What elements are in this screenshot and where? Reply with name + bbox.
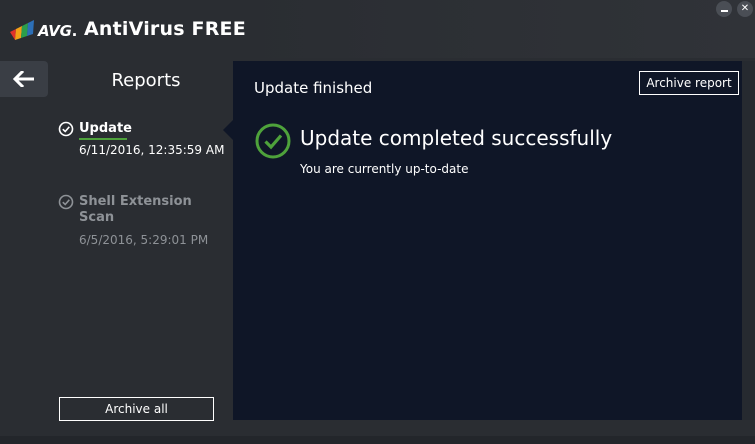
status-title: Update completed successfully xyxy=(300,126,613,150)
close-button[interactable]: ✕ xyxy=(737,1,753,17)
avg-logo: AVG. xyxy=(10,18,77,44)
report-item-date: 6/5/2016, 5:29:01 PM xyxy=(79,233,209,247)
scrollbar[interactable] xyxy=(742,61,755,420)
sidebar-title: Reports xyxy=(111,70,181,91)
check-circle-icon xyxy=(58,194,74,210)
logo-dot: . xyxy=(71,22,78,40)
back-button[interactable] xyxy=(0,61,48,97)
status-subtitle: You are currently up-to-date xyxy=(300,162,469,176)
title-bar-shade xyxy=(240,0,755,58)
check-circle-icon xyxy=(255,123,291,159)
arrow-left-icon xyxy=(13,71,34,87)
report-item-shell-extension-scan[interactable]: Shell Extension Scan 6/5/2016, 5:29:01 P… xyxy=(58,194,230,254)
report-heading: Update finished xyxy=(254,79,373,97)
bottom-strip xyxy=(0,436,755,444)
app-title: AntiVirus FREE xyxy=(84,18,246,40)
selection-pointer xyxy=(223,120,233,140)
check-circle-icon xyxy=(58,121,74,137)
archive-report-button[interactable]: Archive report xyxy=(639,71,739,95)
archive-all-button[interactable]: Archive all xyxy=(59,397,214,421)
selected-indicator xyxy=(79,138,127,140)
report-item-name: Shell Extension Scan xyxy=(79,194,192,225)
minimize-icon xyxy=(720,10,728,12)
logo-text: AVG xyxy=(38,22,72,40)
avg-logo-icon xyxy=(10,20,34,40)
report-item-name: Update xyxy=(79,121,132,136)
close-icon: ✕ xyxy=(740,3,750,14)
report-item-update[interactable]: Update 6/11/2016, 12:35:59 AM xyxy=(58,121,230,177)
report-detail-panel: Update finished Archive report Update co… xyxy=(233,61,742,420)
report-item-date: 6/11/2016, 12:35:59 AM xyxy=(79,143,225,157)
minimize-button[interactable] xyxy=(716,1,732,17)
